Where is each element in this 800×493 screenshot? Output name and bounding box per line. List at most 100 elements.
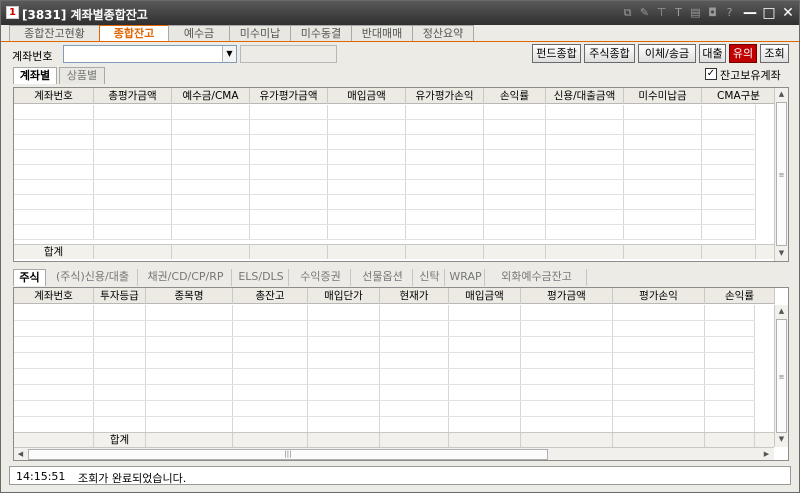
copy-icon[interactable]: ▤ (689, 7, 702, 19)
tab-frozen[interactable]: 미수동결 (290, 25, 352, 41)
status-bar: 14:15:51 조회가 완료되었습니다. (9, 466, 791, 485)
scroll-down-icon[interactable]: ▼ (775, 247, 788, 260)
stock-summary-button[interactable]: 주식종합 (584, 44, 635, 63)
caution-button[interactable]: 유의 (729, 44, 757, 63)
col-header[interactable]: 현재가 (380, 288, 449, 304)
upper-grid: 계좌번호 총평가금액 예수금/CMA 유가평가금액 매입금액 유가평가손익 손익… (13, 87, 789, 262)
table-row[interactable] (14, 305, 755, 321)
sum-label: 합계 (94, 433, 146, 447)
scroll-thumb[interactable]: ≡ (776, 102, 787, 246)
holding-account-checkbox[interactable]: ✓ (705, 68, 717, 80)
tab-els-dls[interactable]: ELS/DLS (234, 269, 289, 286)
account-label: 계좌번호 (12, 50, 53, 63)
table-row[interactable] (14, 135, 756, 150)
window-title: [3831] 계좌별종합잔고 (22, 8, 148, 22)
edit-icon[interactable]: ✎ (638, 7, 651, 19)
account-combo[interactable]: ▼ (63, 45, 237, 63)
col-header[interactable]: CMA구분 (702, 88, 776, 104)
tab-settlement[interactable]: 정산요약 (412, 25, 474, 41)
table-row[interactable] (14, 369, 755, 385)
tab-forced-sale[interactable]: 반대매매 (351, 25, 413, 41)
status-message: 조회가 완료되었습니다. (78, 472, 187, 485)
table-row[interactable] (14, 337, 755, 353)
lower-grid-header: 계좌번호 투자등급 종목명 총잔고 매입단가 현재가 매입금액 평가금액 평가손… (14, 288, 775, 304)
tab-wrap[interactable]: WRAP (447, 269, 485, 286)
lower-grid-hscrollbar[interactable]: ◀ ||| ▶ (14, 447, 774, 460)
table-row[interactable] (14, 195, 756, 210)
query-button[interactable]: 조회 (760, 44, 789, 63)
col-header[interactable]: 평가손익 (613, 288, 705, 304)
maximize-button[interactable]: □ (761, 5, 777, 21)
table-row[interactable] (14, 321, 755, 337)
col-header[interactable]: 총평가금액 (94, 88, 172, 104)
title-bar: 1 [3831] 계좌별종합잔고 ⧉ ✎ ⊤ T ▤ ◘ ? — □ ✕ (1, 1, 799, 25)
fund-summary-button[interactable]: 펀드종합 (532, 44, 581, 63)
tab-bond[interactable]: 채권/CD/CP/RP (140, 269, 232, 286)
tab-summary-status[interactable]: 종합잔고현황 (9, 25, 100, 41)
col-header[interactable]: 신용/대출금액 (546, 88, 624, 104)
col-header[interactable]: 계좌번호 (14, 288, 94, 304)
minimize-button[interactable]: — (742, 5, 758, 21)
col-header[interactable]: 투자등급 (94, 288, 146, 304)
col-header[interactable]: 매입단가 (308, 288, 380, 304)
scroll-thumb[interactable]: ||| (28, 449, 548, 460)
table-row[interactable] (14, 105, 756, 120)
tab-stock[interactable]: 주식 (13, 269, 46, 286)
chevron-down-icon[interactable]: ▼ (222, 46, 236, 62)
table-row[interactable] (14, 385, 755, 401)
table-row[interactable] (14, 353, 755, 369)
link-icon[interactable]: ⧉ (621, 7, 634, 19)
table-row[interactable] (14, 120, 756, 135)
close-button[interactable]: ✕ (780, 5, 796, 21)
tab-futures-options[interactable]: 선물옵션 (353, 269, 413, 286)
tab-foreign-deposit[interactable]: 외화예수금잔고 (487, 269, 587, 286)
camera-icon[interactable]: ◘ (706, 7, 719, 19)
scroll-up-icon[interactable]: ▲ (775, 88, 788, 101)
tab-deposit[interactable]: 예수금 (168, 25, 230, 41)
scroll-left-icon[interactable]: ◀ (14, 448, 27, 460)
col-header[interactable]: 매입금액 (449, 288, 521, 304)
top-tab-bar: 종합잔고현황 종합잔고 예수금 미수미납 미수동결 반대매매 정산요약 (9, 25, 474, 42)
loan-button[interactable]: 대출 (699, 44, 726, 63)
table-row[interactable] (14, 150, 756, 165)
lower-grid-sum-row: 합계 (14, 432, 776, 447)
upper-grid-body[interactable] (14, 105, 756, 240)
tab-unpaid[interactable]: 미수미납 (229, 25, 291, 41)
col-header[interactable]: 예수금/CMA (172, 88, 250, 104)
tab-credit-loan[interactable]: (주식)신용/대출 (48, 269, 138, 286)
col-header[interactable]: 유가평가손익 (406, 88, 484, 104)
transfer-button[interactable]: 이체/송금 (638, 44, 696, 63)
tab-trust[interactable]: 신탁 (415, 269, 445, 286)
col-header[interactable]: 손익률 (705, 288, 775, 304)
table-row[interactable] (14, 165, 756, 180)
lower-grid-body[interactable] (14, 305, 755, 433)
col-header[interactable]: 종목명 (146, 288, 233, 304)
col-header[interactable]: 평가금액 (521, 288, 613, 304)
col-header[interactable]: 미수미납금 (624, 88, 702, 104)
col-header[interactable]: 총잔고 (233, 288, 308, 304)
table-row[interactable] (14, 417, 755, 433)
table-row[interactable] (14, 225, 756, 240)
font-icon[interactable]: T (672, 7, 685, 19)
upper-grid-header: 계좌번호 총평가금액 예수금/CMA 유가평가금액 매입금액 유가평가손익 손익… (14, 88, 776, 104)
upper-grid-scrollbar[interactable]: ▲ ≡ ▼ (774, 88, 788, 261)
tab-total-balance[interactable]: 종합잔고 (99, 25, 169, 42)
col-header[interactable]: 손익률 (484, 88, 546, 104)
tab-by-account[interactable]: 계좌별 (13, 67, 57, 84)
title-toolbar: ⧉ ✎ ⊤ T ▤ ◘ ? (621, 7, 736, 19)
scroll-up-icon[interactable]: ▲ (775, 305, 788, 318)
scroll-down-icon[interactable]: ▼ (775, 433, 788, 446)
tab-fund[interactable]: 수익증권 (291, 269, 351, 286)
lower-grid-vscrollbar[interactable]: ▲ ≡ ▼ (774, 305, 788, 447)
col-header[interactable]: 유가평가금액 (250, 88, 328, 104)
help-icon[interactable]: ? (723, 7, 736, 19)
table-row[interactable] (14, 180, 756, 195)
table-row[interactable] (14, 401, 755, 417)
scroll-right-icon[interactable]: ▶ (760, 448, 773, 460)
pin-icon[interactable]: ⊤ (655, 7, 668, 19)
col-header[interactable]: 계좌번호 (14, 88, 94, 104)
scroll-thumb[interactable]: ≡ (776, 319, 787, 433)
tab-by-product[interactable]: 상품별 (59, 67, 105, 84)
table-row[interactable] (14, 210, 756, 225)
col-header[interactable]: 매입금액 (328, 88, 406, 104)
